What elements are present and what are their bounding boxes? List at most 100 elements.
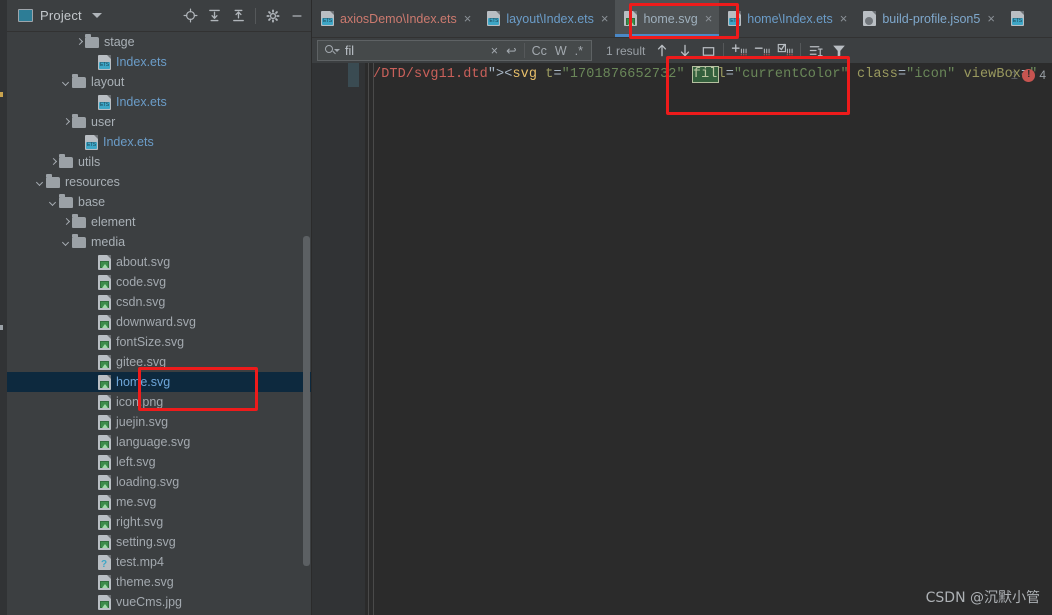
remove-selection-icon[interactable] [751,41,773,61]
editor-tab[interactable]: build-profile.json5 × [854,0,1002,37]
tree-row[interactable]: home.svg [7,372,312,392]
tree-row[interactable]: language.svg [7,432,312,452]
image-file-icon [98,494,111,510]
ets-badge: ETS [99,101,110,109]
image-badge [99,581,109,588]
left-strip-marker-info [0,325,3,330]
search-input[interactable]: fil [345,44,354,58]
select-all-matches-icon[interactable] [774,41,796,61]
code-line-content[interactable]: /DTD/svg11.dtd"><svg t="1701876652732" f… [373,66,1037,83]
code-token: = [553,67,562,82]
ets-badge: ETS [729,18,741,25]
close-icon[interactable]: × [840,12,848,25]
tree-row[interactable]: me.svg [7,492,312,512]
find-previous-icon[interactable] [651,41,673,61]
tree-row[interactable]: resources [7,172,312,192]
find-toolbar: fil × ↩ Cc W .* 1 result [312,38,1052,63]
chevron-right-icon[interactable] [48,157,59,168]
editor-tab-bar[interactable]: ETS axiosDemo\Index.ets × ETS layout\Index.e… [312,0,1052,38]
tree-row[interactable]: ETS Index.ets [7,92,312,112]
tree-row[interactable]: about.svg [7,252,312,272]
gear-icon[interactable] [262,5,284,27]
image-badge [99,281,109,288]
search-icon[interactable] [325,44,340,57]
chevron-down-icon[interactable] [35,177,46,188]
image-file-icon [98,394,111,410]
tree-row-label: theme.svg [116,575,174,589]
tree-row[interactable]: layout [7,72,312,92]
filter-icon[interactable] [828,41,850,61]
editor-tab-partial[interactable]: ETS [1002,0,1031,37]
tree-row-label: language.svg [116,435,191,449]
image-file-icon [98,334,111,350]
tree-row[interactable]: csdn.svg [7,292,312,312]
tree-row[interactable]: loading.svg [7,472,312,492]
close-icon[interactable]: × [464,12,472,25]
locate-target-icon[interactable] [179,5,201,27]
project-tree-scrollbar[interactable] [303,236,310,566]
chevron-right-icon[interactable] [61,117,72,128]
tree-row[interactable]: theme.svg [7,572,312,592]
tree-row[interactable]: vueCms.jpg [7,592,312,612]
find-input-wrapper[interactable]: fil × ↩ Cc W .* [317,40,592,61]
tree-row-label: loading.svg [116,475,180,489]
code-token: l [717,67,726,82]
image-badge [99,601,109,608]
tree-row[interactable]: setting.svg [7,532,312,552]
chevron-down-icon[interactable] [48,197,59,208]
chevron-right-icon[interactable] [74,37,85,48]
tree-row[interactable]: icon.png [7,392,312,412]
editor-tab[interactable]: ETS home\Index.ets × [719,0,854,37]
find-next-icon[interactable] [674,41,696,61]
editor-tab[interactable]: home.svg × [615,0,720,37]
tree-row[interactable]: media [7,232,312,252]
tree-row[interactable]: right.svg [7,512,312,532]
close-icon[interactable]: × [705,12,713,25]
tree-row[interactable]: ? test.mp4 [7,552,312,572]
code-editor[interactable]: 1 /DTD/svg11.dtd"><svg t="1701876652732"… [312,63,1052,615]
tree-row[interactable]: ETS Index.ets [7,132,312,152]
image-badge [99,441,109,448]
collapse-all-icon[interactable] [227,5,249,27]
chevron-down-icon[interactable] [61,77,72,88]
tree-row[interactable]: ETS Index.ets [7,52,312,72]
chevron-right-icon[interactable] [61,217,72,228]
tree-row[interactable]: downward.svg [7,312,312,332]
editor-tab[interactable]: ETS layout\Index.ets × [478,0,615,37]
ets-file-icon: ETS [1010,11,1024,26]
tree-row[interactable]: gitee.svg [7,352,312,372]
tree-row[interactable]: base [7,192,312,212]
close-icon[interactable]: × [987,12,995,25]
select-all-occurrences-icon[interactable] [697,41,719,61]
regex-toggle[interactable]: .* [571,44,587,58]
image-file-icon [98,354,111,370]
code-fold-marker[interactable] [348,63,359,87]
match-case-toggle[interactable]: Cc [528,44,551,58]
whole-words-toggle[interactable]: W [551,44,571,58]
tree-row[interactable]: utils [7,152,312,172]
editor-tab[interactable]: ETS axiosDemo\Index.ets × [312,0,478,37]
tree-row[interactable]: stage [7,32,312,52]
find-in-scope-icon[interactable] [805,41,827,61]
error-indicator[interactable]: ! 4 [1022,68,1046,82]
editor-gutter[interactable] [312,63,365,615]
tree-row[interactable]: juejin.svg [7,412,312,432]
left-gutter-strip [0,0,7,615]
chevron-down-icon[interactable] [61,237,72,248]
close-icon[interactable]: × [601,12,609,25]
tree-row[interactable]: fontSize.svg [7,332,312,352]
tree-row-label: gitee.svg [116,355,167,369]
expand-all-icon[interactable] [203,5,225,27]
clear-search-icon[interactable]: × [487,44,502,58]
tree-row[interactable]: code.svg [7,272,312,292]
add-selection-icon[interactable] [728,41,750,61]
chevron-down-icon[interactable] [91,13,102,18]
ets-badge: ETS [488,18,500,25]
tree-row[interactable]: user [7,112,312,132]
search-history-icon[interactable]: ↩ [502,44,520,58]
project-tree[interactable]: stage ETS Index.ets layout ETS Index.ets user E… [7,32,312,615]
minimize-icon[interactable] [286,5,308,27]
tree-row[interactable]: left.svg [7,452,312,472]
tree-row[interactable]: element [7,212,312,232]
